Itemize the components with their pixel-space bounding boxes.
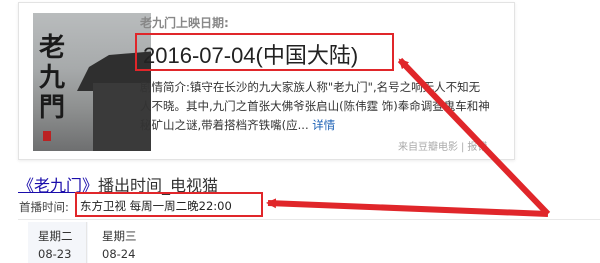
schedule-day-tab[interactable]: 星期三 08-24	[92, 222, 152, 263]
arrow-to-airtime	[266, 198, 549, 217]
day-tab-divider	[86, 222, 87, 263]
schedule-day-tab[interactable]: 星期二 08-23	[28, 222, 88, 263]
synopsis-more-link[interactable]: 详情	[312, 118, 335, 132]
day-date: 08-24	[102, 247, 136, 261]
schedule-divider	[18, 219, 600, 220]
day-name: 星期三	[102, 229, 137, 243]
source-line: 来自豆瓣电影 | 报错	[398, 138, 487, 153]
release-date-value: 2016-07-04(中国大陆)	[143, 43, 359, 68]
poster-seal	[43, 131, 51, 141]
source-label[interactable]: 来自豆瓣电影	[398, 142, 458, 153]
release-date-label: 老九门上映日期:	[140, 16, 229, 30]
poster-calligraphy: 老九門	[39, 33, 66, 123]
day-date: 08-23	[38, 247, 72, 261]
movie-poster[interactable]: 老九門	[33, 13, 151, 151]
report-error-link[interactable]: 报错	[467, 142, 487, 153]
airtime-value: 东方卫视 每周一周二晚22:00	[80, 199, 232, 213]
source-separator: |	[461, 142, 465, 153]
synopsis-text: 剧情简介:镇守在长沙的九大家族人称"老九门",名号之响无人不知无人不晓。其中,九…	[140, 78, 490, 135]
day-name: 星期二	[38, 229, 73, 243]
airtime-label: 首播时间:	[19, 200, 69, 214]
